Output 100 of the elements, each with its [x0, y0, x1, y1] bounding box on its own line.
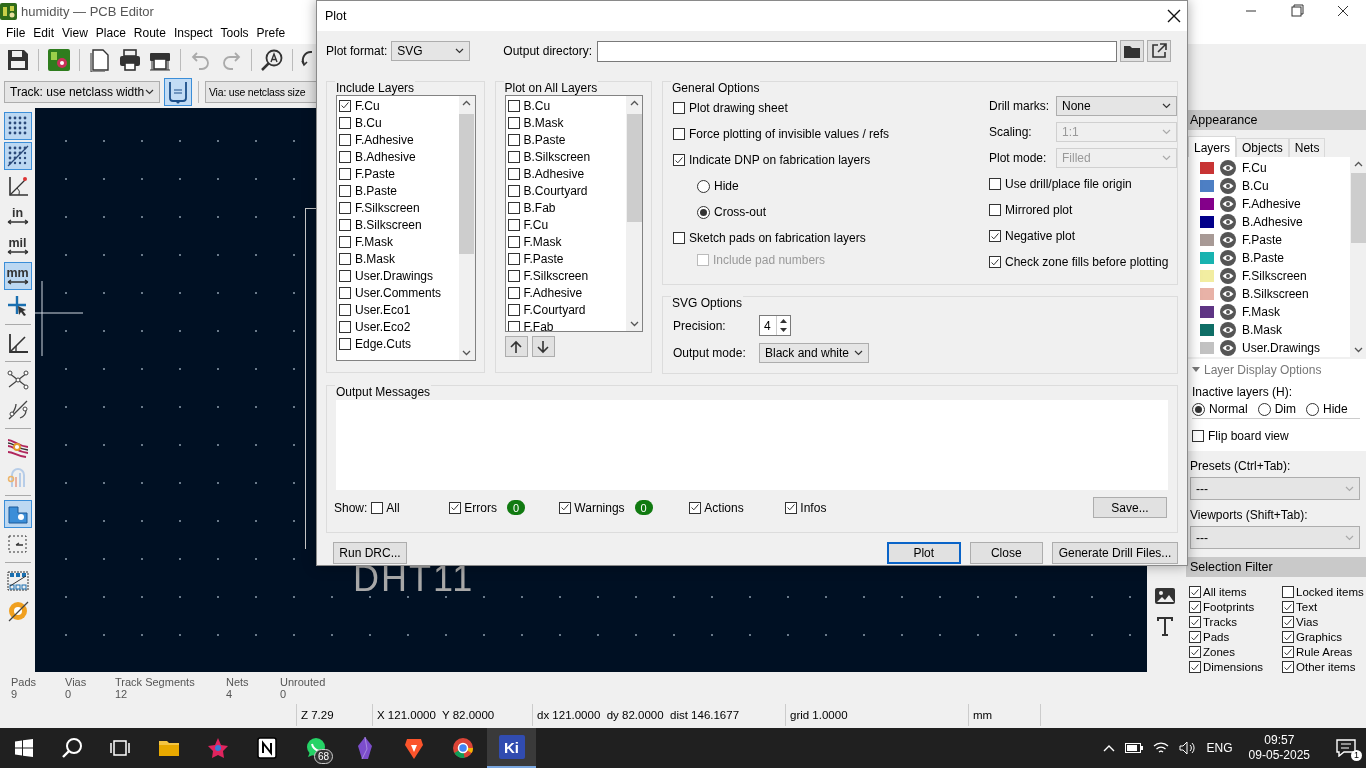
layer-name[interactable]: User.Drawings [1242, 341, 1321, 355]
checkbox[interactable] [1282, 631, 1294, 643]
checkbox[interactable] [339, 150, 351, 163]
color-swatch[interactable] [1200, 162, 1214, 174]
checkbox[interactable] [339, 337, 351, 350]
menu-item[interactable]: Place [95, 26, 126, 40]
checkbox[interactable] [507, 303, 520, 316]
color-swatch[interactable] [1200, 270, 1214, 282]
tab[interactable]: Layers [1188, 136, 1237, 157]
menu-item[interactable]: View [62, 26, 88, 40]
eye-icon[interactable] [1220, 286, 1236, 302]
dialog-button[interactable]: Generate Drill Files... [1052, 542, 1178, 564]
close-icon[interactable] [1167, 9, 1181, 23]
color-swatch[interactable] [1200, 216, 1214, 228]
checkbox[interactable] [507, 320, 520, 331]
collapsible-header[interactable]: Layer Display Options [1192, 363, 1360, 377]
grid-overrides-icon[interactable] [3, 142, 32, 170]
checkbox[interactable] [673, 128, 685, 140]
color-swatch[interactable] [1200, 288, 1214, 300]
layer-name[interactable]: F.Paste [1242, 233, 1283, 247]
wifi-icon[interactable] [1152, 741, 1169, 755]
output-directory-field[interactable] [597, 40, 1118, 62]
checkbox[interactable] [1282, 601, 1294, 613]
layer-name[interactable]: B.Paste [1242, 251, 1285, 265]
layer-name[interactable]: B.Silkscreen [1242, 287, 1309, 301]
checkbox[interactable] [507, 99, 520, 112]
eye-icon[interactable] [1220, 322, 1236, 338]
checkbox[interactable] [339, 303, 351, 316]
tab[interactable]: Nets [1288, 138, 1326, 157]
color-swatch[interactable] [1200, 198, 1214, 210]
menu-item[interactable]: File [6, 26, 26, 40]
clock[interactable]: 09:57 09-05-2025 [1248, 733, 1310, 763]
checkbox[interactable] [507, 133, 520, 146]
grid-dots-icon[interactable] [3, 112, 32, 140]
unit-button[interactable]: in [3, 202, 32, 230]
checkbox[interactable] [339, 167, 351, 180]
checkbox[interactable] [989, 256, 1001, 268]
menu-item[interactable]: Prefe [256, 26, 286, 40]
checkbox[interactable] [1189, 661, 1201, 673]
layer-name[interactable]: B.Cu [1242, 179, 1269, 193]
radio-button[interactable] [1257, 402, 1271, 416]
open-external-button[interactable] [1147, 40, 1172, 62]
output-mode-dropdown[interactable]: Black and white [759, 342, 869, 363]
checkbox[interactable] [507, 184, 520, 197]
checkbox[interactable] [1282, 586, 1294, 598]
dropdown[interactable]: None [1056, 96, 1177, 116]
checkbox[interactable] [371, 501, 384, 514]
color-swatch[interactable] [1200, 342, 1214, 354]
eye-icon[interactable] [1220, 160, 1236, 176]
checkbox[interactable] [339, 252, 351, 265]
checkbox[interactable] [1282, 661, 1294, 673]
checkbox[interactable] [339, 269, 351, 282]
board-setup-icon[interactable] [47, 48, 71, 72]
search-icon[interactable] [260, 48, 284, 72]
checkbox[interactable] [1189, 631, 1201, 643]
via-size-dropdown[interactable]: Via: use netclass size [205, 81, 318, 103]
radio-button[interactable] [697, 205, 710, 219]
page-icon[interactable] [88, 48, 112, 72]
color-swatch[interactable] [1200, 252, 1214, 264]
eye-icon[interactable] [1220, 250, 1236, 266]
scrollbar[interactable] [458, 96, 475, 360]
eye-icon[interactable] [1220, 268, 1236, 284]
eye-icon[interactable] [1220, 178, 1236, 194]
dialog-button[interactable]: Run DRC... [333, 542, 407, 564]
checkbox[interactable] [1189, 586, 1201, 598]
precision-spinner[interactable]: 4 [759, 315, 791, 336]
checkbox[interactable] [785, 501, 798, 514]
save-button[interactable]: Save... [1093, 497, 1167, 518]
layer-name[interactable]: F.Cu [1242, 161, 1267, 175]
checkbox[interactable] [339, 235, 351, 248]
checkbox[interactable] [507, 252, 520, 265]
save-icon[interactable] [6, 48, 30, 72]
presets-dropdown[interactable]: --- [1190, 477, 1360, 500]
folder-button[interactable] [1120, 40, 1145, 62]
color-swatch[interactable] [1200, 306, 1214, 318]
radio-button[interactable] [1192, 402, 1205, 416]
layer-name[interactable]: B.Adhesive [1242, 215, 1303, 229]
checkbox[interactable] [989, 204, 1001, 216]
checkbox[interactable] [339, 218, 351, 231]
checkbox[interactable] [339, 133, 351, 146]
checkbox[interactable] [1282, 646, 1294, 658]
volume-icon[interactable] [1178, 741, 1197, 755]
dialog-button[interactable]: Close [969, 542, 1043, 564]
move-down-button[interactable] [531, 336, 555, 357]
color-swatch[interactable] [1200, 324, 1214, 336]
checkbox[interactable] [339, 184, 351, 197]
scrollbar[interactable] [1350, 157, 1366, 357]
eye-icon[interactable] [1220, 214, 1236, 230]
checkbox[interactable] [339, 99, 351, 112]
menu-item[interactable]: Route [133, 26, 166, 40]
search-icon[interactable] [61, 737, 83, 759]
layer-name[interactable]: F.Adhesive [1242, 197, 1301, 211]
unit-button[interactable]: mm [3, 262, 32, 290]
checkbox[interactable] [673, 232, 685, 244]
eye-icon[interactable] [1220, 232, 1236, 248]
checkbox[interactable] [507, 167, 520, 180]
eye-icon[interactable] [1220, 304, 1236, 320]
scrollbar[interactable] [626, 96, 642, 331]
color-swatch[interactable] [1200, 180, 1214, 192]
checkbox[interactable] [673, 102, 685, 114]
